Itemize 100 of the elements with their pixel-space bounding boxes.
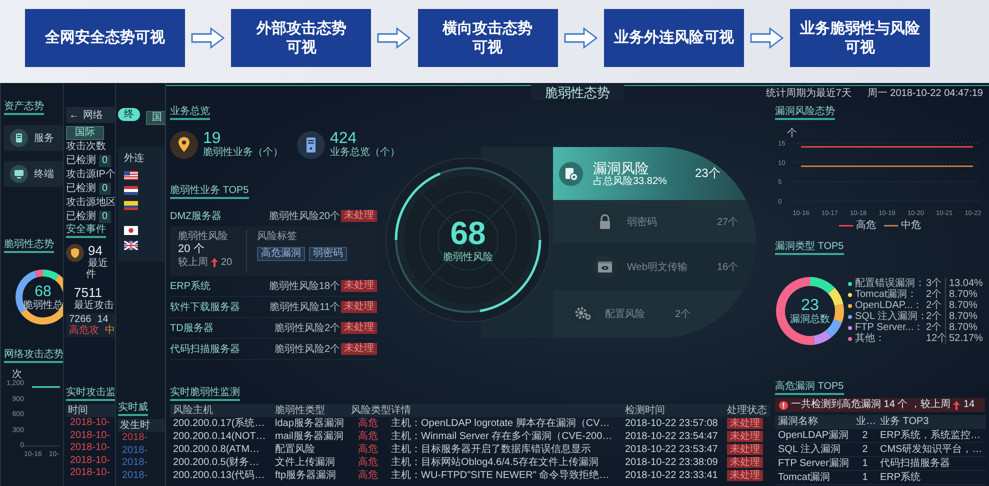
table-cell: 2018-10-22 23:38:09: [625, 457, 718, 468]
table-cell: ldap服务器漏洞: [275, 418, 344, 429]
list-item[interactable]: TD服务器 脆弱性风险2个 未处理: [170, 318, 377, 339]
legend-count: 12个: [926, 333, 945, 344]
stat-value: 19: [203, 130, 222, 147]
legend-separator: ：: [915, 278, 925, 289]
column-header: 脆弱性类型: [272, 404, 348, 417]
flow-step: 全网安全态势可视: [25, 8, 185, 66]
server-name: DMZ服务器: [170, 210, 222, 222]
column-header: 检测时间: [622, 404, 724, 417]
table-cell: 200.200.0.5(财务…: [173, 457, 260, 468]
table-cell: 配置风险: [275, 444, 315, 455]
high-count: 7266: [69, 314, 92, 325]
risk-count: 脆弱性风险11个: [270, 300, 340, 314]
legend-separator: ：: [912, 300, 923, 311]
table-cell: 2018-10-22 23:33:41: [625, 470, 718, 481]
legend-line-icon: [884, 224, 898, 228]
column-header: 处理状态: [724, 404, 770, 417]
metric-label: 攻击源IP个: [66, 168, 115, 182]
toggle[interactable]: 终: [118, 108, 140, 120]
legend-percent: 8.70%: [945, 311, 978, 322]
legend-count: 2个: [926, 311, 943, 322]
legend-label: OpenLDAP...: [855, 300, 913, 311]
table-cell-text: 2018-10-: [69, 417, 112, 430]
column-header: 业…: [853, 415, 877, 428]
dashboard-title: 脆弱性态势: [531, 83, 624, 100]
column-header: 漏洞名称: [775, 415, 853, 428]
server-icon: [297, 130, 325, 158]
status-badge: 未处理: [341, 280, 377, 292]
asset-card[interactable]: 终端: [4, 161, 63, 187]
metric-value: 0: [99, 155, 111, 167]
high-label: 高危攻: [69, 325, 99, 336]
section-title: 业务总览: [170, 106, 210, 120]
status-badge: 未处理: [341, 301, 377, 313]
flow-step: 横向攻击态势 可视: [418, 8, 558, 66]
legend-count: 2个: [926, 322, 943, 333]
risk-tag: 高危漏洞: [257, 247, 305, 261]
section-title: 脆弱性态势: [4, 239, 54, 253]
legend-label: Tomcat漏洞: [855, 289, 908, 300]
table-cell-text: 2018-: [121, 457, 149, 470]
risk-type-row[interactable]: 弱密码 27个: [553, 200, 756, 243]
table-cell: 200.200.0.8(ATM…: [173, 444, 260, 455]
column-header: 业务 TOP3: [877, 415, 986, 428]
list-item[interactable]: 代码扫描服务器 脆弱性风险2个 未处理: [170, 339, 377, 360]
list-item[interactable]: 软件下载服务器 脆弱性风险11个 未处理: [170, 297, 377, 318]
metric-value: 0: [99, 183, 111, 195]
attack-total: 7511: [73, 286, 103, 300]
list-item[interactable]: ERP系统 脆弱性风险18个 未处理: [170, 276, 377, 297]
event-unit: 件: [85, 269, 97, 280]
up-arrow-icon: [211, 258, 218, 267]
monitor-icon: [10, 165, 28, 183]
asset-card[interactable]: 服务: [4, 125, 63, 151]
back-button[interactable]: ←: [69, 110, 79, 120]
table-cell: 200.200.0.13(代码…: [173, 470, 265, 481]
section-title: 资产态势: [4, 101, 44, 115]
risk-count: 16个: [717, 260, 738, 274]
status-badge: 未处理: [727, 431, 763, 442]
flag-icon: [124, 201, 138, 210]
attack-label: 最近攻击: [73, 300, 115, 311]
table-cell: FTP Server漏洞: [778, 458, 849, 469]
alert-text: 一共检测到高危漏洞 14 个 ，较上周: [791, 398, 950, 412]
tab[interactable]: 国际: [66, 126, 104, 140]
event-count: 94: [88, 244, 102, 258]
table-cell: 代码扫描服务器: [880, 458, 950, 469]
risk-type-row[interactable]: Web明文传输 16个: [553, 243, 756, 290]
tab[interactable]: 国: [146, 111, 165, 125]
status-badge: 未处理: [341, 210, 377, 222]
metric-status: 已检测: [66, 154, 96, 168]
compare-label: 较上周: [178, 256, 208, 269]
legend-label: 配置错误漏洞: [855, 278, 915, 289]
table-cell: ftp服务器漏洞: [275, 470, 336, 481]
server-name: 代码扫描服务器: [170, 342, 240, 356]
section-title: 漏洞类型 TOP5: [775, 241, 844, 255]
table-cell-text: 2018-: [121, 432, 149, 444]
legend-separator: ：: [907, 289, 918, 300]
legend-percent: 8.70%: [945, 322, 978, 333]
server-name: 软件下载服务器: [170, 300, 240, 314]
legend-separator: ：: [917, 311, 928, 322]
legend-label: FTP Server...: [855, 322, 914, 333]
table-cell: 高危: [358, 470, 378, 481]
risk-count: 脆弱性风险20个: [268, 210, 340, 222]
section-title: 实时威: [118, 402, 148, 416]
table-cell: 高危: [358, 444, 378, 455]
table-cell: 2018-10-22 23:54:47: [625, 431, 718, 442]
risk-count: 脆弱性风险2个: [274, 322, 340, 335]
legend-percent: 13.04%: [945, 278, 983, 289]
legend-label: 中危: [901, 220, 921, 232]
risk-tag: 弱密码: [309, 247, 347, 261]
flow-step: 业务外连风险可视: [604, 8, 744, 66]
flow-step: 外部攻击态势 可视: [231, 8, 372, 66]
column-header: 时间: [66, 404, 115, 417]
donut-value: 23: [801, 297, 819, 314]
table-cell-text: 2018-10-: [69, 430, 112, 442]
list-item[interactable]: DMZ服务器 脆弱性风险20个 未处理: [170, 205, 377, 226]
table-cell-text: 2018-10-: [69, 467, 112, 480]
table-cell-text: 2018-: [121, 444, 149, 457]
status-badge: 未处理: [727, 457, 763, 468]
alert-change: 14: [963, 398, 975, 412]
column-header: 风险类型: [348, 404, 388, 417]
table-cell: 主机：Winmail Server 存在多个漏洞（CVE-200…: [391, 431, 612, 442]
